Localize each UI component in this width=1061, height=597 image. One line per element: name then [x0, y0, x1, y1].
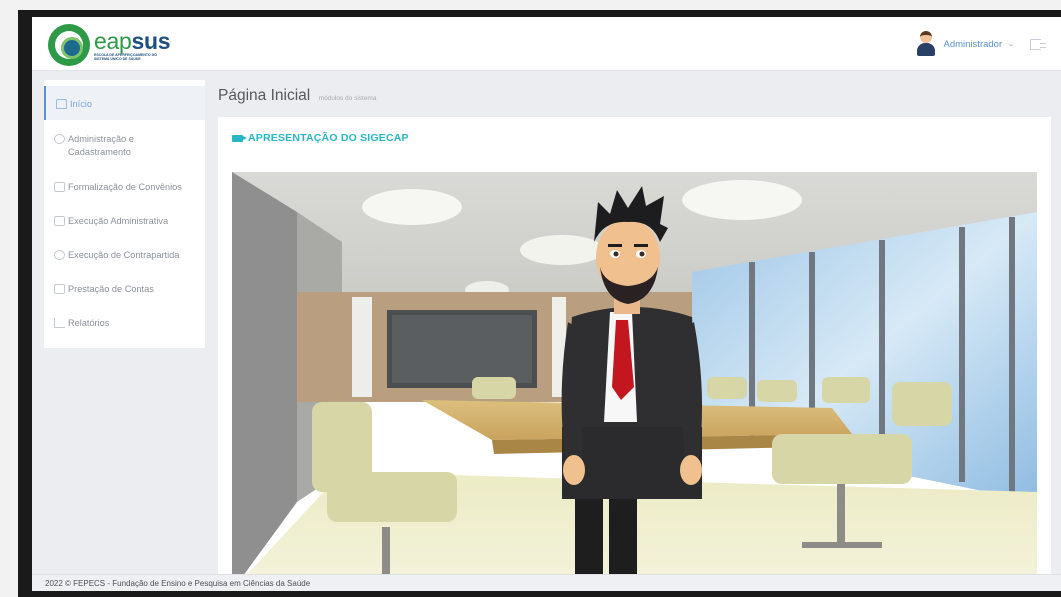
user-menu[interactable]: Administrador ⌄ — [916, 31, 1046, 57]
top-navbar: eapsus ESCOLA DE APERFEIÇOAMENTO DO SIST… — [32, 17, 1061, 71]
user-name: Administrador — [943, 38, 1003, 50]
folder-icon — [54, 182, 65, 192]
sidebar-item-execucao-administrativa[interactable]: Execução Administrativa — [44, 215, 205, 228]
video-frame-illustration — [232, 172, 1037, 591]
logo-wordmark: eapsus — [94, 28, 171, 54]
app-window: eapsus ESCOLA DE APERFEIÇOAMENTO DO SIST… — [32, 17, 1061, 591]
sidebar-item-label: Execução de Contrapartida — [68, 250, 180, 260]
sidebar-item-relatorios[interactable]: Relatórios — [44, 317, 205, 330]
sidebar-item-label: Relatórios — [68, 318, 110, 328]
sidebar-item-label: Execução Administrativa — [68, 216, 169, 226]
footer: 2022 © FEPECS - Fundação de Ensino e Pes… — [32, 574, 1061, 591]
logout-icon[interactable] — [1030, 38, 1046, 50]
sidebar-item-execucao-contrapartida[interactable]: Execução de Contrapartida — [44, 249, 205, 262]
home-icon — [56, 99, 67, 109]
sidebar-item-label: Prestação de Contas — [68, 284, 154, 294]
sidebar: Início Administração e Cadastramento For… — [44, 80, 205, 348]
cog-icon — [54, 250, 65, 260]
cog-icon — [54, 134, 65, 144]
eapsus-logo-mark — [48, 24, 90, 66]
file-icon — [54, 284, 65, 294]
sidebar-item-label: Formalização de Convênios — [68, 182, 182, 192]
chevron-down-icon: ⌄ — [1008, 41, 1014, 48]
user-avatar-icon — [916, 31, 936, 57]
sidebar-item-prestacao-contas[interactable]: Prestação de Contas — [44, 283, 205, 296]
page-header: Página Inicial módulos do sistema — [218, 87, 376, 105]
video-camera-icon — [232, 134, 247, 142]
window-icon — [54, 216, 65, 226]
page-title: Página Inicial — [218, 87, 311, 104]
sidebar-item-inicio[interactable]: Início — [44, 86, 205, 120]
sidebar-item-formalizacao[interactable]: Formalização de Convênios — [44, 181, 205, 194]
panel-heading: APRESENTAÇÃO DO SIGECAP — [232, 132, 409, 144]
footer-copyright: 2022 © FEPECS - Fundação de Ensino e Pes… — [45, 579, 311, 588]
chart-icon — [54, 318, 65, 328]
sidebar-item-label: Início — [70, 99, 92, 109]
logo-subtitle: ESCOLA DE APERFEIÇOAMENTO DO SISTEMA ÚNI… — [94, 53, 157, 61]
logo-text: eapsus ESCOLA DE APERFEIÇOAMENTO DO SIST… — [94, 28, 171, 61]
page-subtitle: módulos do sistema — [318, 95, 377, 102]
presentation-panel: APRESENTAÇÃO DO SIGECAP — [218, 117, 1051, 591]
panel-heading-text: APRESENTAÇÃO DO SIGECAP — [248, 132, 409, 144]
sidebar-item-label: Administração e Cadastramento — [68, 134, 134, 157]
sidebar-item-administracao[interactable]: Administração e Cadastramento — [44, 133, 205, 159]
presentation-video[interactable] — [232, 172, 1037, 591]
eapsus-logo[interactable]: eapsus ESCOLA DE APERFEIÇOAMENTO DO SIST… — [48, 24, 171, 66]
